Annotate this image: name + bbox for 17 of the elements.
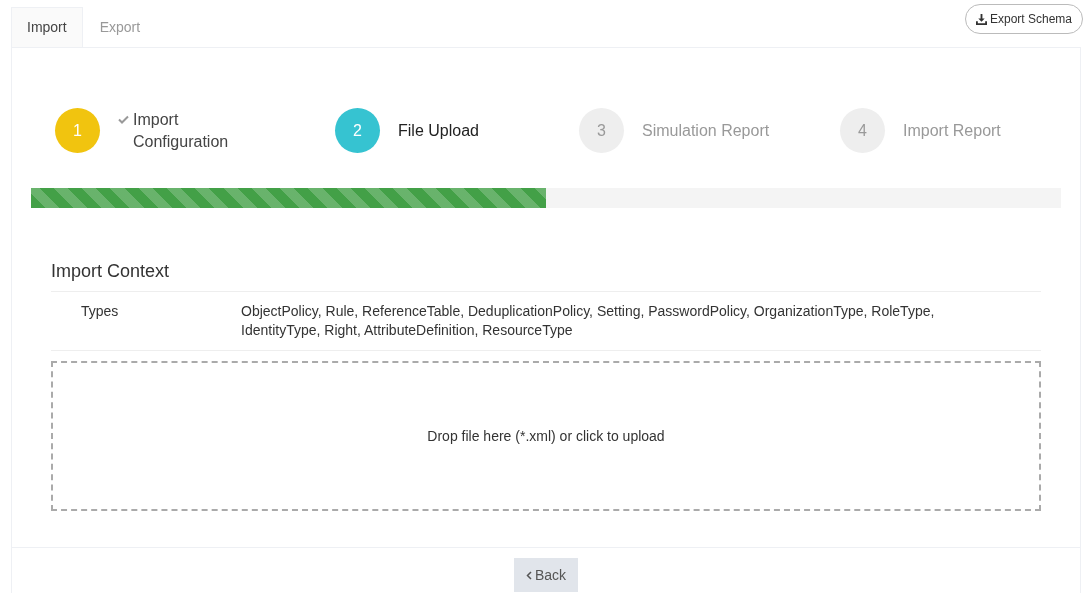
tab[interactable]: Import xyxy=(11,7,83,47)
step-label: File Upload xyxy=(398,120,479,141)
back-button[interactable]: Back xyxy=(513,558,579,592)
step-label: Import Configuration xyxy=(133,109,230,152)
section-title: Import Context xyxy=(51,258,1041,292)
step-label: Simulation Report xyxy=(642,120,770,141)
chevron-left-icon xyxy=(525,570,532,580)
row-label: Types xyxy=(80,302,120,321)
file-dropzone[interactable]: Drop file here (*.xml) or click to upload xyxy=(51,361,1041,511)
step-number: 3 xyxy=(579,108,624,153)
step-number: 2 xyxy=(335,108,380,153)
step-label: Import Report xyxy=(903,120,1001,141)
step-number: 1 xyxy=(55,108,100,153)
download-icon xyxy=(975,13,987,25)
step-number: 4 xyxy=(840,108,885,153)
row-value: ObjectPolicy, Rule, ReferenceTable, DeduplicationPolicy, Setting, PasswordPolicy, OrganizationType, RoleType, IdentityType, Right, AttributeDefinition, ResourceType xyxy=(241,302,936,340)
export-schema-button[interactable]: Export Schema xyxy=(964,4,1083,34)
